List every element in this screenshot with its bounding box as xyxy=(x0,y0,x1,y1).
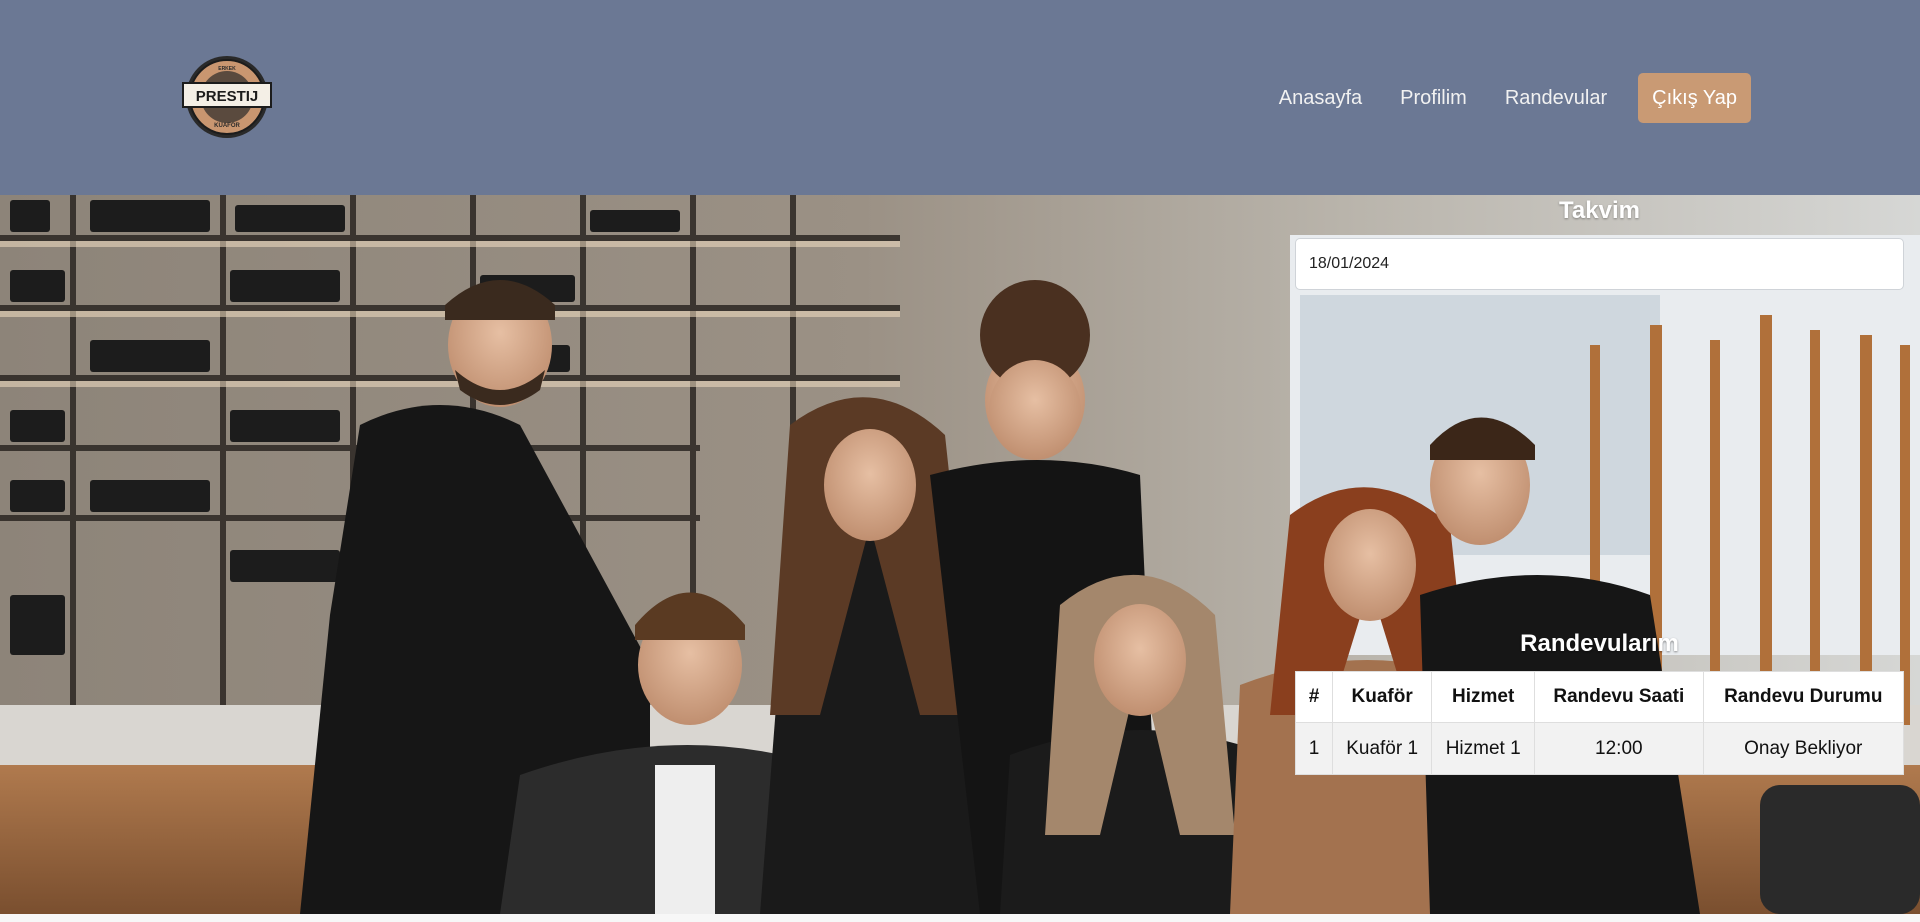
nav-profile-link[interactable]: Profilim xyxy=(1381,73,1486,123)
main-nav: Anasayfa Profilim Randevular Çıkış Yap xyxy=(1260,73,1751,123)
cell-time: 12:00 xyxy=(1534,722,1704,775)
column-header-hairdresser: Kuaför xyxy=(1331,671,1433,723)
cell-service: Hizmet 1 xyxy=(1431,722,1536,775)
date-picker-input[interactable] xyxy=(1295,238,1904,290)
appointments-table: # Kuaför Hizmet Randevu Saati Randevu Du… xyxy=(1295,671,1905,775)
cell-number: 1 xyxy=(1295,722,1333,775)
column-header-status: Randevu Durumu xyxy=(1702,671,1905,723)
svg-text:PRESTIJ: PRESTIJ xyxy=(196,88,259,105)
nav-home-link[interactable]: Anasayfa xyxy=(1260,73,1381,123)
appointments-title: Randevularım xyxy=(1520,630,1679,657)
site-header: PRESTIJ ERKEK KUAFOR Anasayfa Profilim R… xyxy=(0,0,1920,195)
cell-status: Onay Bekliyor xyxy=(1702,722,1905,775)
cell-hairdresser: Kuaför 1 xyxy=(1331,722,1433,775)
salon-team-background-image xyxy=(0,195,1920,914)
calendar-title: Takvim xyxy=(1559,197,1640,224)
column-header-service: Hizmet xyxy=(1431,671,1536,723)
svg-text:KUAFOR: KUAFOR xyxy=(214,123,240,129)
svg-text:ERKEK: ERKEK xyxy=(218,66,236,72)
table-header-row: # Kuaför Hizmet Randevu Saati Randevu Du… xyxy=(1295,671,1905,723)
column-header-time: Randevu Saati xyxy=(1534,671,1704,723)
logout-button[interactable]: Çıkış Yap xyxy=(1638,73,1751,123)
nav-appointments-link[interactable]: Randevular xyxy=(1486,73,1626,123)
page-bottom-strip xyxy=(0,914,1920,922)
column-header-number: # xyxy=(1295,671,1333,723)
table-row: 1 Kuaför 1 Hizmet 1 12:00 Onay Bekliyor xyxy=(1295,722,1905,775)
salon-logo[interactable]: PRESTIJ ERKEK KUAFOR xyxy=(179,54,275,140)
